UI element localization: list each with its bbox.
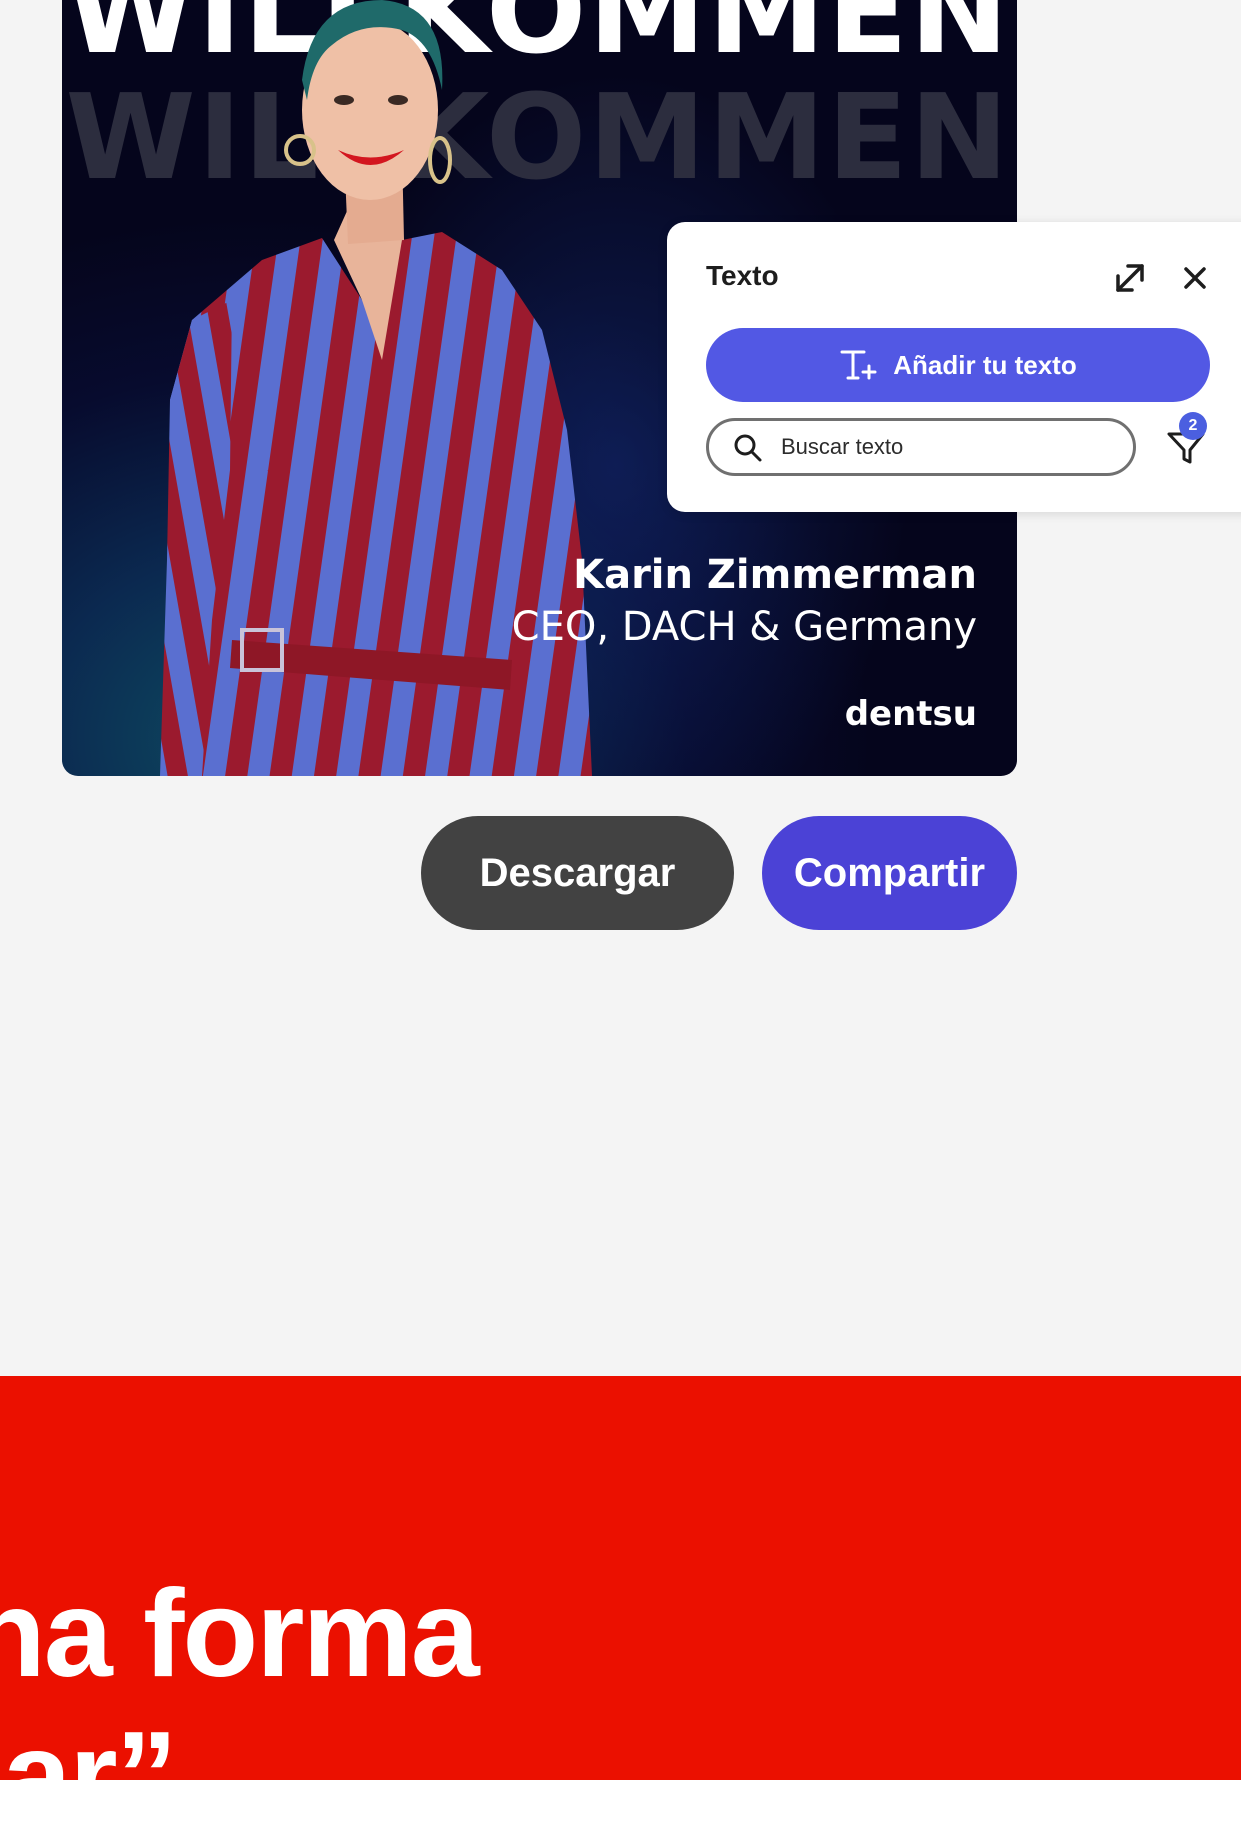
text-panel-title: Texto: [706, 260, 779, 291]
person-photo: [160, 0, 592, 776]
close-icon[interactable]: [1177, 260, 1213, 296]
poster-brand-logo: dentsu: [844, 694, 977, 734]
search-icon: [734, 434, 762, 462]
share-button[interactable]: Compartir: [762, 816, 1017, 930]
text-panel: Texto Añadir tu texto 2: [667, 222, 1241, 512]
filter-count-badge: 2: [1179, 412, 1207, 440]
search-input[interactable]: [781, 429, 1111, 465]
poster-person-role: CEO, DACH & Germany: [511, 604, 977, 650]
text-add-icon: [840, 350, 877, 380]
download-button[interactable]: Descargar: [421, 816, 734, 930]
poster-person-name: Karin Zimmerman: [573, 552, 977, 598]
hero-heading-line-2: iar”: [0, 1707, 178, 1845]
expand-arrows-icon[interactable]: [1110, 258, 1150, 298]
search-field[interactable]: [706, 418, 1136, 476]
add-text-button[interactable]: Añadir tu texto: [706, 328, 1210, 402]
add-text-label: Añadir tu texto: [893, 349, 1077, 380]
hero-heading-line-1: na forma: [0, 1565, 480, 1703]
